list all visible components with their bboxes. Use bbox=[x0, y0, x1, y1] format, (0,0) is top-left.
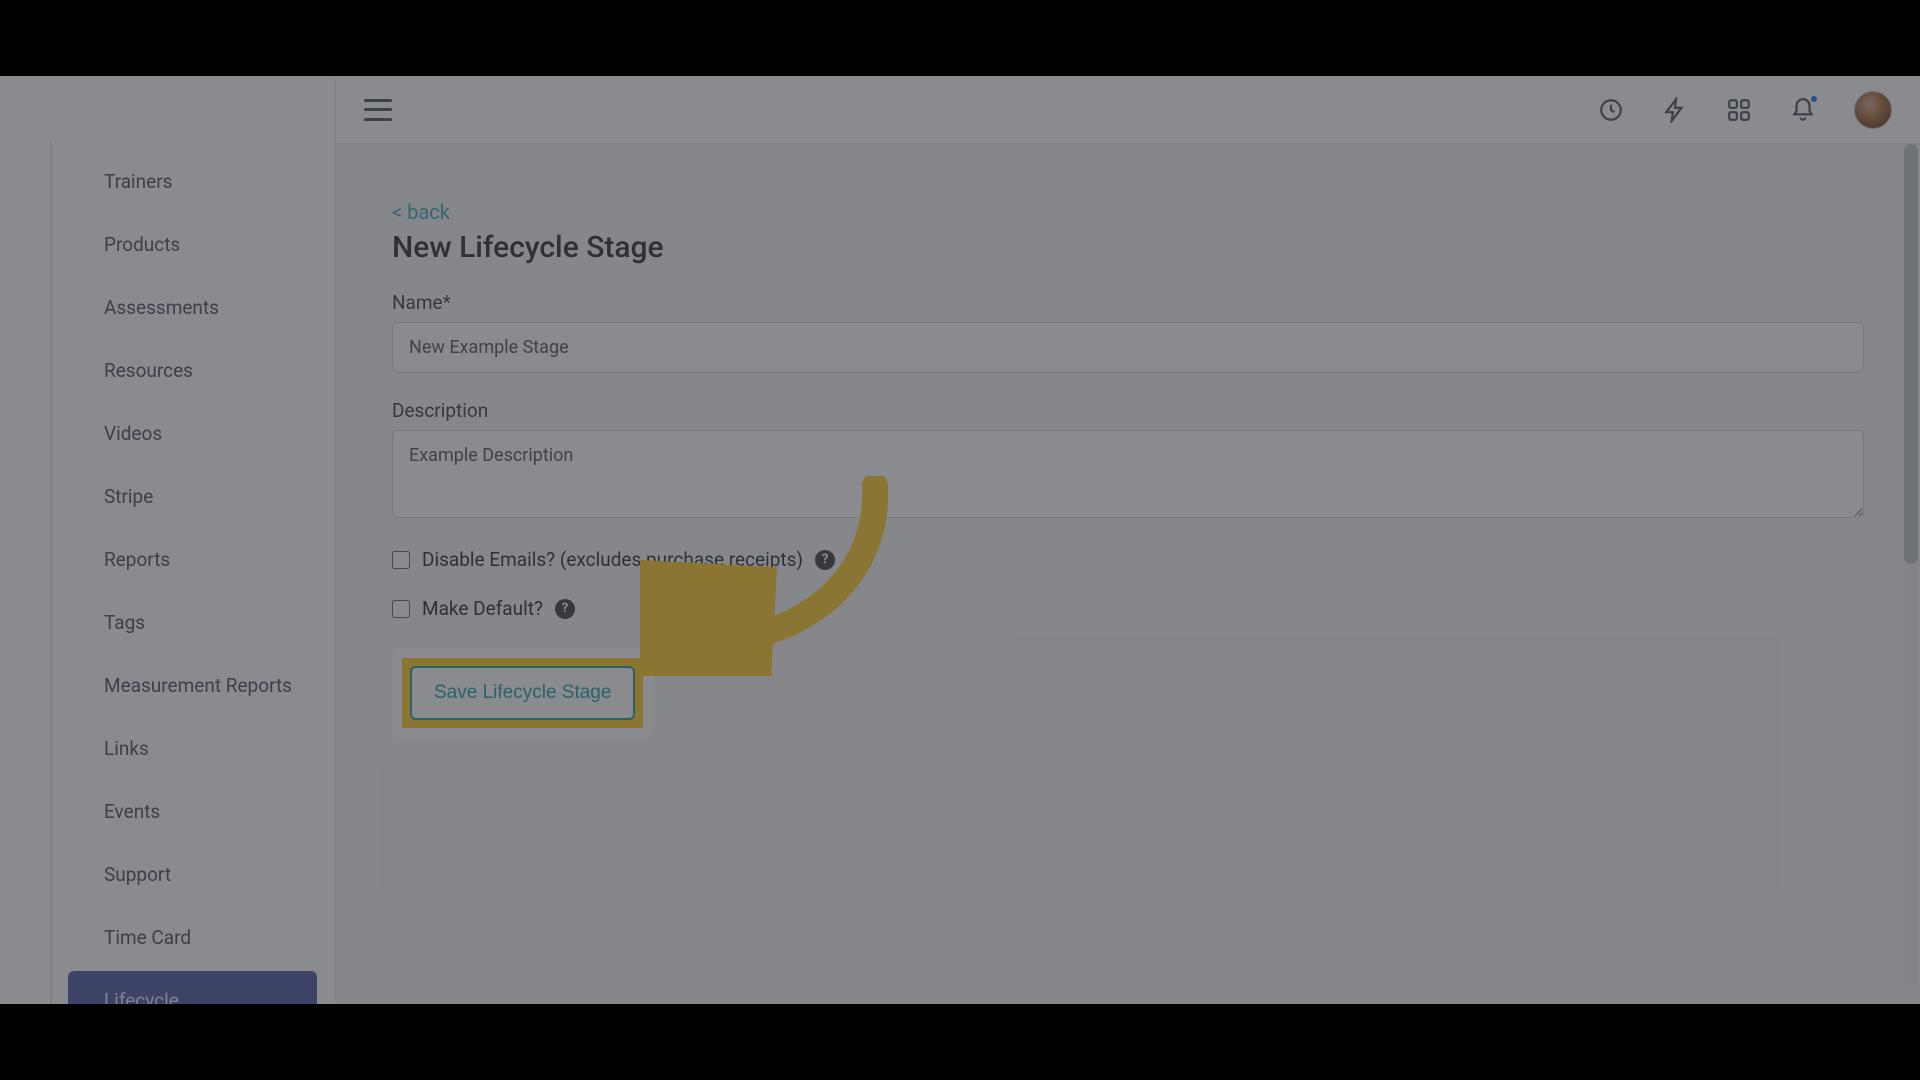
sidebar-item-reports[interactable]: Reports bbox=[68, 530, 317, 589]
sidebar-item-products[interactable]: Products bbox=[68, 215, 317, 274]
sidebar-item-links[interactable]: Links bbox=[68, 719, 317, 778]
description-label: Description bbox=[392, 399, 1864, 422]
back-link[interactable]: < back bbox=[392, 200, 450, 224]
disable-emails-label: Disable Emails? (excludes purchase recei… bbox=[422, 548, 803, 571]
disable-emails-checkbox[interactable] bbox=[392, 551, 410, 569]
sidebar-item-resources[interactable]: Resources bbox=[68, 341, 317, 400]
avatar[interactable] bbox=[1854, 91, 1892, 129]
sidebar-list: Trainers Products Assessments Resources … bbox=[50, 142, 335, 1004]
description-textarea[interactable] bbox=[392, 430, 1864, 518]
help-icon[interactable]: ? bbox=[815, 550, 835, 570]
sidebar-item-label: Resources bbox=[104, 359, 193, 382]
main-content: < back New Lifecycle Stage Name* Descrip… bbox=[336, 144, 1920, 1004]
flash-icon[interactable] bbox=[1662, 97, 1688, 123]
sidebar-item-trainers[interactable]: Trainers bbox=[68, 152, 317, 211]
make-default-checkbox[interactable] bbox=[392, 600, 410, 618]
help-icon[interactable]: ? bbox=[555, 599, 575, 619]
sidebar-item-stripe[interactable]: Stripe bbox=[68, 467, 317, 526]
sidebar-item-time-card[interactable]: Time Card bbox=[68, 908, 317, 967]
sidebar-item-support[interactable]: Support bbox=[68, 845, 317, 904]
hamburger-menu-icon[interactable] bbox=[364, 99, 392, 121]
sidebar-item-label: Measurement Reports bbox=[104, 674, 292, 697]
sidebar-item-label: Events bbox=[104, 800, 160, 823]
topbar bbox=[336, 76, 1920, 144]
letterbox-bottom bbox=[0, 1004, 1920, 1080]
clock-icon[interactable] bbox=[1598, 97, 1624, 123]
sidebar-item-videos[interactable]: Videos bbox=[68, 404, 317, 463]
notification-dot bbox=[1809, 94, 1819, 104]
sidebar-item-tags[interactable]: Tags bbox=[68, 593, 317, 652]
name-label: Name* bbox=[392, 291, 1864, 314]
sidebar-item-assessments[interactable]: Assessments bbox=[68, 278, 317, 337]
sidebar-item-label: Tags bbox=[104, 611, 145, 634]
vertical-scrollbar[interactable] bbox=[1904, 144, 1918, 1004]
sidebar-item-label: Lifecycle bbox=[104, 989, 179, 1004]
disable-emails-row[interactable]: Disable Emails? (excludes purchase recei… bbox=[392, 548, 1864, 571]
sidebar-item-label: Products bbox=[104, 233, 180, 256]
save-button[interactable]: Save Lifecycle Stage bbox=[410, 666, 635, 720]
save-highlight: Save Lifecycle Stage bbox=[392, 648, 653, 738]
apps-icon[interactable] bbox=[1726, 97, 1752, 123]
sidebar-item-lifecycle[interactable]: Lifecycle bbox=[68, 971, 317, 1004]
sidebar-item-measurement-reports[interactable]: Measurement Reports bbox=[68, 656, 317, 715]
sidebar-item-label: Time Card bbox=[104, 926, 191, 949]
make-default-row[interactable]: Make Default? ? bbox=[392, 597, 1864, 620]
name-input[interactable] bbox=[392, 322, 1864, 373]
bell-icon[interactable] bbox=[1790, 97, 1816, 123]
topbar-right bbox=[1598, 91, 1892, 129]
make-default-label: Make Default? bbox=[422, 597, 543, 620]
scrollbar-thumb[interactable] bbox=[1904, 144, 1918, 564]
page-title: New Lifecycle Stage bbox=[392, 230, 1864, 265]
letterbox-top bbox=[0, 0, 1920, 76]
sidebar-item-label: Reports bbox=[104, 548, 170, 571]
sidebar-item-label: Trainers bbox=[104, 170, 172, 193]
sidebar-item-label: Links bbox=[104, 737, 149, 760]
sidebar-item-label: Stripe bbox=[104, 485, 153, 508]
sidebar-item-label: Support bbox=[104, 863, 171, 886]
sidebar-item-label: Assessments bbox=[104, 296, 219, 319]
sidebar-item-label: Videos bbox=[104, 422, 162, 445]
sidebar: Trainers Products Assessments Resources … bbox=[0, 76, 336, 1004]
sidebar-item-events[interactable]: Events bbox=[68, 782, 317, 841]
app-frame: Trainers Products Assessments Resources … bbox=[0, 76, 1920, 1004]
